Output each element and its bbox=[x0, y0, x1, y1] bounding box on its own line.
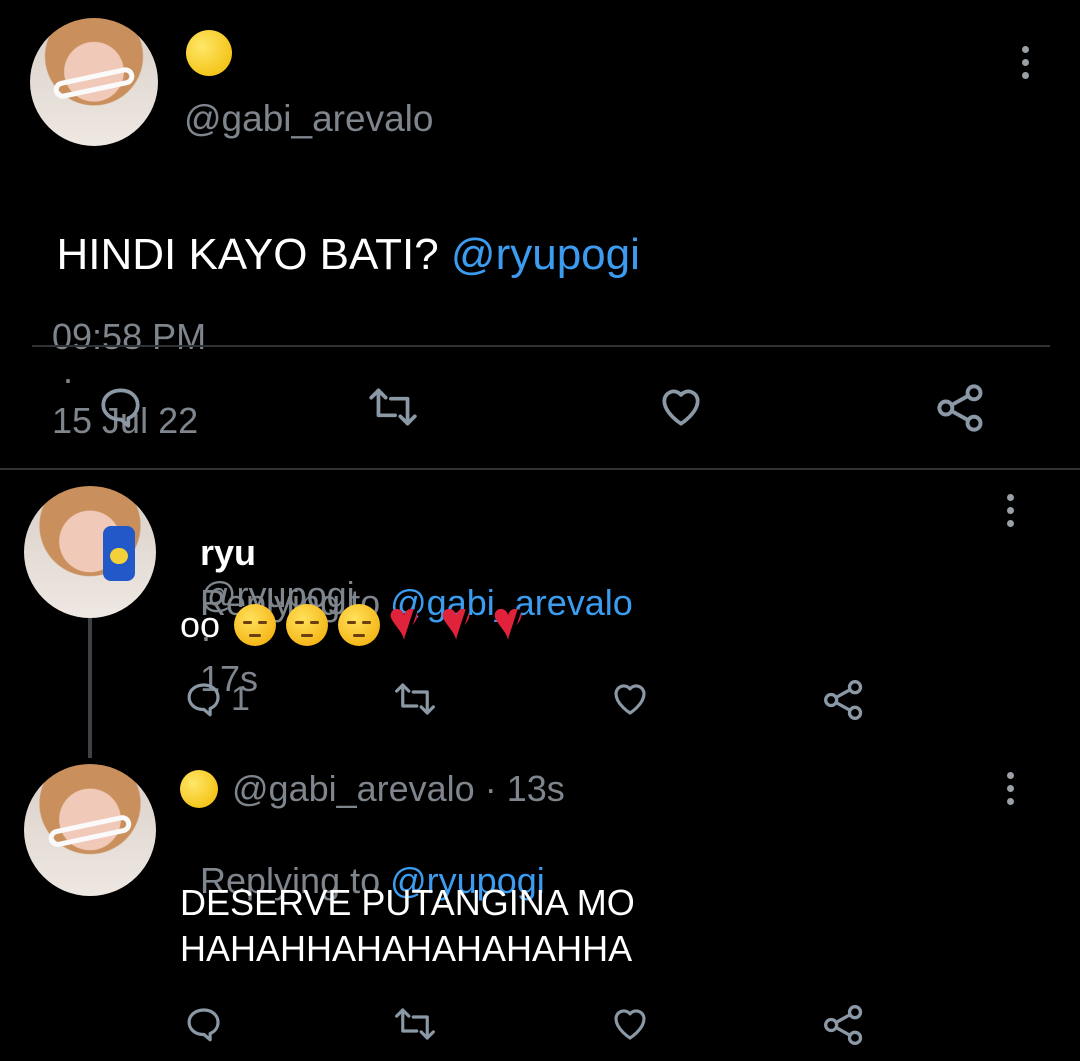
reply-count: 1 bbox=[231, 679, 250, 718]
tweet-text-body: HINDI KAYO BATI? bbox=[56, 230, 451, 279]
reply-header: @gabi_arevalo · 13s bbox=[180, 768, 565, 810]
reply-text: oo bbox=[180, 594, 546, 648]
tweet-text: HINDI KAYO BATI? @ryupogi bbox=[32, 180, 640, 280]
divider bbox=[32, 345, 1050, 347]
reply-icon[interactable] bbox=[96, 382, 146, 432]
mention-link[interactable]: @ryupogi bbox=[451, 230, 640, 279]
broken-heart-emoji bbox=[388, 594, 432, 648]
like-icon[interactable] bbox=[655, 382, 707, 432]
pensive-face-emoji bbox=[286, 604, 329, 646]
full-moon-emoji bbox=[180, 770, 218, 808]
more-options-icon[interactable] bbox=[1004, 494, 1016, 527]
avatar-gabi[interactable] bbox=[24, 764, 156, 896]
divider bbox=[0, 468, 1080, 470]
reply-text-body: oo bbox=[180, 604, 221, 645]
pensive-face-emoji bbox=[338, 604, 381, 646]
reply-icon[interactable] bbox=[183, 1003, 225, 1045]
more-options-icon[interactable] bbox=[1019, 46, 1031, 79]
retweet-icon[interactable] bbox=[392, 1003, 438, 1045]
reply-text: DESERVE PUTANGINA MO HAHAHHAHAHAHAHAHHA bbox=[180, 880, 635, 972]
share-icon[interactable] bbox=[935, 382, 987, 434]
tweet-time: 09:58 PM bbox=[52, 316, 207, 357]
broken-heart-emoji bbox=[440, 594, 484, 648]
pensive-face-emoji bbox=[234, 604, 277, 646]
reply-author-handle[interactable]: @gabi_arevalo bbox=[232, 768, 475, 810]
reply-text-line: HAHAHHAHAHAHAHAHHA bbox=[180, 928, 633, 969]
reply-icon[interactable]: 1 bbox=[183, 678, 250, 720]
retweet-icon[interactable] bbox=[366, 382, 420, 432]
timestamp-separator: · bbox=[62, 358, 75, 399]
avatar-gabi[interactable] bbox=[30, 18, 158, 146]
reply-text-line: DESERVE PUTANGINA MO bbox=[180, 882, 635, 923]
broken-heart-emoji bbox=[492, 594, 536, 648]
reply-age: 13s bbox=[506, 768, 565, 809]
reply-separator: · bbox=[484, 768, 497, 809]
like-icon[interactable] bbox=[608, 1003, 652, 1045]
share-icon[interactable] bbox=[822, 678, 866, 722]
more-options-icon[interactable] bbox=[1004, 772, 1016, 805]
like-icon[interactable] bbox=[608, 678, 652, 720]
retweet-icon[interactable] bbox=[392, 678, 438, 720]
thread-connector-line bbox=[88, 618, 92, 758]
tweet-author-handle[interactable]: @gabi_arevalo bbox=[184, 98, 433, 140]
avatar-ryu[interactable] bbox=[24, 486, 156, 618]
full-moon-emoji bbox=[186, 30, 232, 76]
share-icon[interactable] bbox=[822, 1003, 866, 1047]
